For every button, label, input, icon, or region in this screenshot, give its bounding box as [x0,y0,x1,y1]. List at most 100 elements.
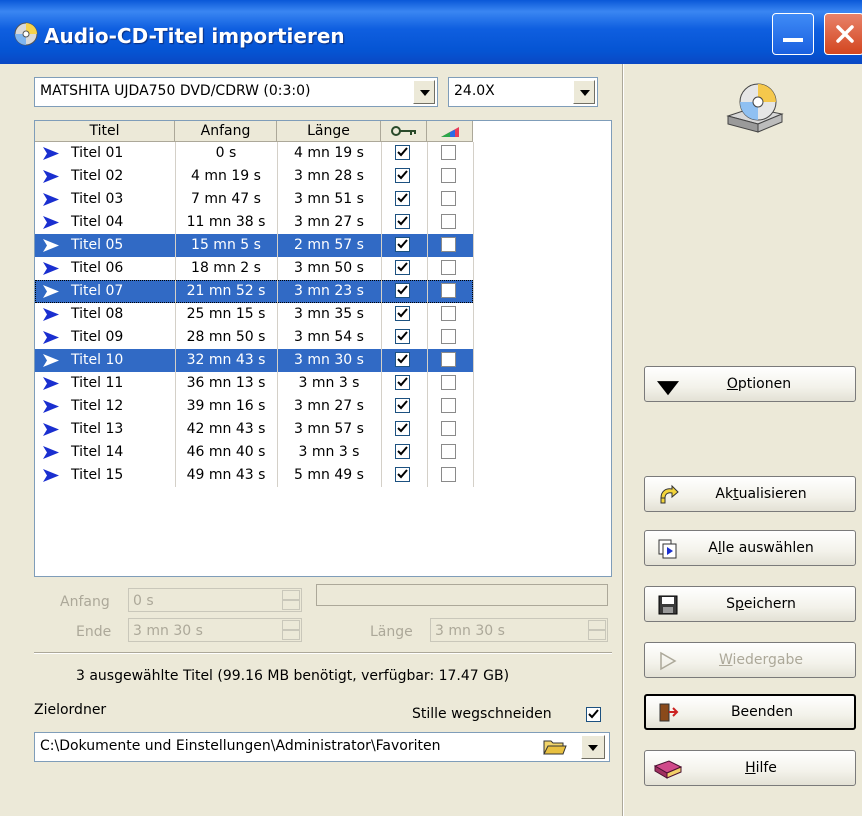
track-volume-checkbox[interactable] [441,283,456,298]
track-volume-checkbox[interactable] [441,467,456,482]
table-row[interactable]: Titel 09 28 mn 50 s 3 mn 54 s [35,326,611,349]
column-header-key[interactable] [381,121,427,142]
options-label: Optionen [653,376,862,392]
volume-level-icon [440,127,459,137]
track-include-checkbox[interactable] [395,467,410,482]
help-label: Hilfe [655,760,862,776]
table-row[interactable]: Titel 11 36 mn 13 s 3 mn 3 s [35,372,611,395]
vertical-separator [622,64,624,816]
track-include-checkbox[interactable] [395,260,410,275]
silence-trim-checkbox[interactable] [586,707,601,722]
checkmark-icon [588,709,599,719]
track-volume-checkbox[interactable] [441,191,456,206]
speed-dropdown-button[interactable] [573,80,595,104]
start-spinner[interactable]: 0 s [128,588,302,612]
track-volume-checkbox[interactable] [441,398,456,413]
track-volume-checkbox[interactable] [441,352,456,367]
track-title: Titel 07 [71,283,124,299]
track-include-checkbox[interactable] [395,329,410,344]
table-row[interactable]: Titel 03 7 mn 47 s 3 mn 51 s [35,188,611,211]
play-button[interactable]: Wiedergabe [644,642,856,678]
close-button[interactable] [824,13,862,55]
table-row[interactable]: Titel 14 46 mn 40 s 3 mn 3 s [35,441,611,464]
column-header-length[interactable]: Länge [277,121,381,142]
track-include-checkbox[interactable] [395,444,410,459]
save-label: Speichern [655,596,862,612]
track-volume-checkbox[interactable] [441,375,456,390]
key-icon [390,126,416,136]
exit-button[interactable]: Beenden [644,694,856,730]
help-button[interactable]: Hilfe [644,750,856,786]
table-row[interactable]: Titel 13 42 mn 43 s 3 mn 57 s [35,418,611,441]
spin-up-icon[interactable] [588,620,606,630]
table-row[interactable]: Titel 02 4 mn 19 s 3 mn 28 s [35,165,611,188]
refresh-button[interactable]: Aktualisieren [644,476,856,512]
length-spinner[interactable]: 3 mn 30 s [430,618,608,642]
progress-bar [316,584,608,606]
track-volume-checkbox[interactable] [441,306,456,321]
path-segment: C:\Dokumente und Einstellungen [40,738,271,754]
track-include-checkbox[interactable] [395,306,410,321]
track-volume-checkbox[interactable] [441,329,456,344]
spin-up-icon[interactable] [282,590,300,600]
track-include-checkbox[interactable] [395,237,410,252]
table-row[interactable]: Titel 05 15 mn 5 s 2 mn 57 s [35,234,611,257]
track-start: 0 s [215,145,237,161]
track-title: Titel 11 [71,375,124,391]
table-row[interactable]: Titel 04 11 mn 38 s 3 mn 27 s [35,211,611,234]
column-header-title[interactable]: Titel [35,121,175,142]
silence-trim-label[interactable]: Stille wegschneiden [412,706,552,722]
spin-down-icon[interactable] [588,630,606,640]
track-include-checkbox[interactable] [395,398,410,413]
title-bar[interactable]: Audio-CD-Titel importieren [0,0,862,64]
track-include-checkbox[interactable] [395,283,410,298]
table-row[interactable]: Titel 06 18 mn 2 s 3 mn 50 s [35,257,611,280]
chevron-down-icon [420,90,430,96]
cd-drive-icon [726,83,784,133]
track-volume-checkbox[interactable] [441,214,456,229]
track-list[interactable]: Titel Anfang Länge Titel 01 0 s4 mn 19 sT… [34,120,612,577]
track-volume-checkbox[interactable] [441,237,456,252]
table-row[interactable]: Titel 10 32 mn 43 s 3 mn 30 s [35,349,611,372]
speed-select[interactable]: 24.0X [448,77,598,107]
options-button[interactable]: Optionen [644,366,856,402]
track-volume-checkbox[interactable] [441,168,456,183]
table-row[interactable]: Titel 15 49 mn 43 s 5 mn 49 s [35,464,611,487]
track-volume-checkbox[interactable] [441,444,456,459]
open-folder-icon[interactable] [543,738,567,756]
track-length: 3 mn 54 s [294,329,364,345]
track-start: 46 mn 40 s [186,444,266,460]
folder-history-dropdown[interactable] [581,735,605,759]
speed-select-value: 24.0X [454,83,495,99]
track-length: 4 mn 19 s [294,145,364,161]
minimize-button[interactable] [772,13,814,55]
track-include-checkbox[interactable] [395,375,410,390]
track-volume-checkbox[interactable] [441,145,456,160]
spin-down-icon[interactable] [282,600,300,610]
spin-up-icon[interactable] [282,620,300,630]
track-include-checkbox[interactable] [395,145,410,160]
save-button[interactable]: Speichern [644,586,856,622]
track-include-checkbox[interactable] [395,168,410,183]
track-volume-checkbox[interactable] [441,421,456,436]
table-row[interactable]: Titel 08 25 mn 15 s 3 mn 35 s [35,303,611,326]
column-header-start[interactable]: Anfang [175,121,277,142]
table-row[interactable]: Titel 07 21 mn 52 s 3 mn 23 s [35,280,611,303]
target-folder-field[interactable]: C:\Dokumente und Einstellungen\Administr… [34,732,610,762]
track-include-checkbox[interactable] [395,214,410,229]
spin-down-icon[interactable] [282,630,300,640]
drive-select[interactable]: MATSHITA UJDA750 DVD/CDRW (0:3:0) [34,77,438,107]
track-include-checkbox[interactable] [395,191,410,206]
end-spinner[interactable]: 3 mn 30 s [128,618,302,642]
table-row[interactable]: Titel 01 0 s 4 mn 19 s [35,142,611,165]
select-all-button[interactable]: Alle auswählen [644,530,856,566]
track-include-checkbox[interactable] [395,421,410,436]
track-include-checkbox[interactable] [395,352,410,367]
track-start: 18 mn 2 s [191,260,261,276]
column-header-volume[interactable] [427,121,473,142]
start-label: Anfang [60,594,110,610]
track-length: 3 mn 57 s [294,421,364,437]
table-row[interactable]: Titel 12 39 mn 16 s 3 mn 27 s [35,395,611,418]
drive-dropdown-button[interactable] [413,80,435,104]
track-volume-checkbox[interactable] [441,260,456,275]
